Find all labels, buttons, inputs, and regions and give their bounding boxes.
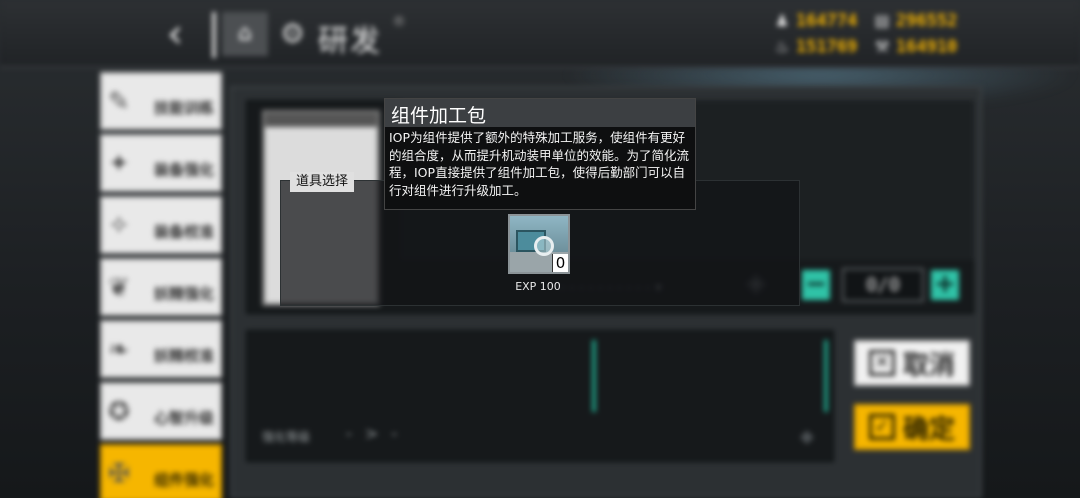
card-slot-header	[265, 113, 377, 127]
menu-item-fairy-calibrate[interactable]: ❧ 妖精校准	[100, 320, 222, 378]
resource-value: 151769	[796, 37, 858, 57]
resource-value: 164774	[796, 11, 858, 31]
confirm-button[interactable]: ✓ 确定	[854, 404, 970, 450]
menu-item-neural-upgrade[interactable]: ✪ 心智升级	[100, 382, 222, 440]
resource-rations: ♨ 151769	[772, 36, 858, 58]
item-select-tag: 道具选择	[290, 172, 355, 192]
component-kit-item[interactable]: 0	[508, 214, 570, 274]
equipment-enhance-icon: ✦	[108, 149, 130, 179]
equipment-calibrate-icon: ✧	[108, 211, 130, 241]
resource-value: 296552	[896, 11, 958, 31]
menu-item-label: 技能训练	[153, 99, 214, 117]
minus-button[interactable]: −	[802, 270, 830, 300]
rations-icon: ♨	[774, 37, 790, 56]
menu-item-component-enhance[interactable]: ✠ 组件强化	[100, 444, 222, 498]
progress-bar-marker	[592, 340, 596, 412]
home-icon: ⌂	[238, 21, 252, 46]
menu-item-fairy-enhance[interactable]: ❦ 妖精强化	[100, 258, 222, 316]
level-label: 强化等级	[262, 430, 311, 444]
cancel-button[interactable]: ✕ 取消	[854, 340, 970, 386]
research-icon: ⚙	[280, 17, 306, 50]
neural-upgrade-icon: ✪	[108, 397, 130, 427]
item-tooltip: 组件加工包 IOP为组件提供了额外的特殊加工服务，使组件有更好的组合度，从而提升…	[384, 98, 696, 210]
ammo-icon: ▤	[874, 11, 890, 30]
progress-bar-marker	[824, 340, 828, 412]
resource-manpower: ♟ 164774	[772, 10, 858, 32]
level-arrow: - > -	[346, 424, 402, 443]
menu-item-training[interactable]: ✎ 技能训练	[100, 72, 222, 130]
item-exp-label: EXP 100	[515, 280, 561, 293]
fairy-calibrate-icon: ❧	[108, 335, 130, 365]
menu-item-label: 妖精校准	[153, 347, 214, 365]
menu-item-label: 心智升级	[153, 409, 214, 427]
tooltip-body: IOP为组件提供了额外的特殊加工服务，使组件有更好的组合度，从而提升机动装甲单位…	[389, 130, 690, 198]
confirm-label: 确定	[902, 414, 955, 445]
item-count: 0	[552, 254, 568, 272]
menu-item-label: 装备校准	[153, 223, 214, 241]
stats-panel	[246, 330, 834, 462]
menu-item-label: 妖精强化	[153, 285, 214, 303]
info-icon: ◆	[800, 426, 814, 447]
menu-item-label: 装备强化	[153, 161, 214, 179]
check-icon: ✓	[868, 414, 895, 440]
header-divider	[212, 12, 216, 58]
back-button[interactable]: ‹	[155, 14, 195, 54]
training-icon: ✎	[108, 87, 130, 117]
count-field[interactable]: 0/0	[842, 268, 924, 302]
menu-item-equipment-calibrate[interactable]: ✧ 装备校准	[100, 196, 222, 254]
component-enhance-icon: ✠	[108, 459, 130, 489]
magnifier-icon	[534, 236, 554, 256]
plus-button[interactable]: +	[931, 270, 959, 300]
cancel-label: 取消	[902, 350, 955, 381]
module-title: 研发	[318, 24, 382, 59]
menu-item-equipment-enhance[interactable]: ✦ 装备强化	[100, 134, 222, 192]
fairy-enhance-icon: ❦	[108, 273, 130, 303]
manpower-icon: ♟	[774, 11, 790, 30]
tooltip-title: 组件加工包	[391, 105, 487, 127]
resource-ammo: ▤ 296552	[872, 10, 957, 32]
module-mark: ®	[392, 14, 406, 30]
resource-value: 164910	[896, 37, 958, 57]
menu-item-label: 组件强化	[153, 471, 214, 489]
close-icon: ✕	[868, 350, 895, 376]
home-button[interactable]: ⌂	[222, 12, 268, 56]
parts-icon: ⚒	[874, 37, 890, 56]
resource-parts: ⚒ 164910	[872, 36, 958, 58]
top-bar: ‹ ⌂ ⚙ 研发 ® ♟ 164774 ▤ 296552 ♨ 151769 ⚒ …	[0, 0, 1080, 68]
